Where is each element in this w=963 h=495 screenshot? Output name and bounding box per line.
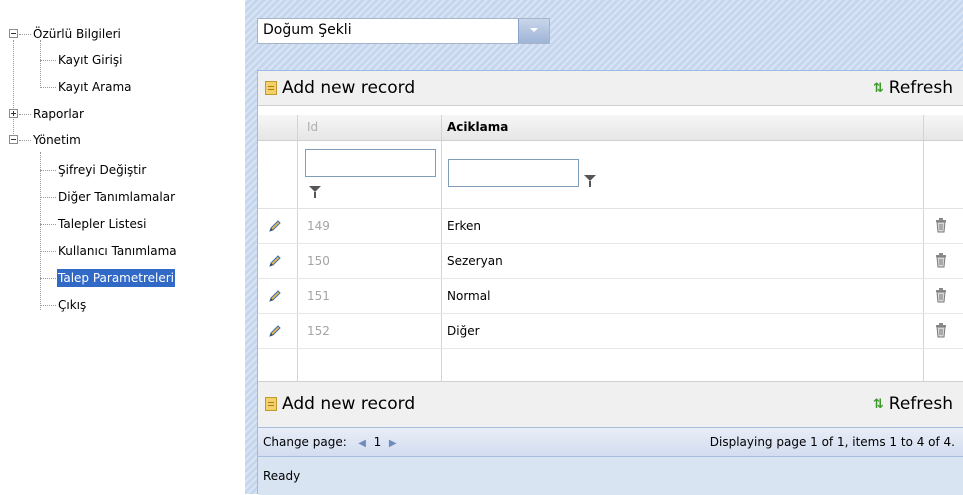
- parameter-select[interactable]: Doğum Şekli: [257, 18, 550, 44]
- column-header-aciklama[interactable]: Aciklama: [447, 115, 508, 140]
- pencil-icon[interactable]: [268, 219, 282, 233]
- refresh-button[interactable]: ⇅ Refresh: [873, 392, 953, 416]
- tree-label: Şifreyi Değiştir: [58, 163, 147, 177]
- collapse-icon[interactable]: [9, 29, 18, 38]
- tree-node-talep-parametreleri[interactable]: Talep Parametreleri: [0, 269, 238, 287]
- tree-node-cikis[interactable]: Çıkış: [0, 296, 238, 314]
- note-icon: [265, 81, 277, 95]
- tree-node-sifreyi-degistir[interactable]: Şifreyi Değiştir: [0, 161, 238, 179]
- grid-header: Id Aciklama: [258, 115, 963, 141]
- table-row: 150 Sezeryan: [258, 244, 963, 279]
- add-record-button[interactable]: Add new record: [265, 392, 415, 416]
- tree-label: Çıkış: [58, 298, 87, 312]
- chevron-down-icon: [530, 28, 538, 32]
- empty-row: [258, 349, 963, 385]
- collapse-icon[interactable]: [9, 135, 18, 144]
- cell-aciklama: Normal: [447, 289, 491, 303]
- dropdown-button[interactable]: [518, 19, 549, 43]
- table-row: 151 Normal: [258, 279, 963, 314]
- cell-aciklama: Diğer: [447, 324, 480, 338]
- records-grid: Add new record ⇅ Refresh Id Aciklama 149…: [257, 70, 963, 495]
- current-page[interactable]: 1: [374, 435, 382, 449]
- tree-label-selected: Talep Parametreleri: [57, 269, 175, 287]
- change-page-label: Change page:: [263, 435, 347, 449]
- tree-label: Talepler Listesi: [58, 217, 147, 231]
- cell-id: 152: [307, 324, 330, 338]
- trash-icon[interactable]: [935, 288, 947, 303]
- previous-page-icon[interactable]: ◀: [358, 438, 366, 449]
- cell-id: 150: [307, 254, 330, 268]
- grid-toolbar-bottom: Add new record ⇅ Refresh: [258, 381, 963, 427]
- refresh-label: Refresh: [888, 394, 953, 414]
- column-header-id[interactable]: Id: [307, 115, 318, 140]
- add-record-label: Add new record: [282, 78, 416, 98]
- tree-node-talepler-listesi[interactable]: Talepler Listesi: [0, 215, 238, 233]
- tree-label: Kayıt Arama: [58, 80, 132, 94]
- grid-toolbar-top: Add new record ⇅ Refresh: [258, 71, 963, 106]
- tree-node-raporlar[interactable]: Raporlar: [0, 105, 238, 123]
- pencil-icon[interactable]: [268, 324, 282, 338]
- expand-icon[interactable]: [9, 109, 18, 118]
- refresh-label: Refresh: [888, 78, 953, 98]
- filter-icon[interactable]: [309, 186, 321, 198]
- tree-label: Yönetim: [33, 133, 81, 147]
- table-row: 149 Erken: [258, 209, 963, 244]
- navigation-tree: Özürlü Bilgileri Kayıt Girişi Kayıt Aram…: [0, 0, 238, 494]
- pencil-icon[interactable]: [268, 254, 282, 268]
- tree-node-diger-tanimlamalar[interactable]: Diğer Tanımlamalar: [0, 188, 238, 206]
- next-page-icon[interactable]: ▶: [389, 438, 397, 449]
- tree-label: Raporlar: [33, 107, 84, 121]
- content-panel: Doğum Şekli Add new record ⇅ Refresh Id …: [245, 0, 963, 495]
- tree-node-yonetim[interactable]: Yönetim: [0, 131, 238, 149]
- tree-label: Özürlü Bilgileri: [33, 27, 121, 41]
- status-text: Ready: [263, 469, 301, 483]
- tree-node-ozurlu-bilgileri[interactable]: Özürlü Bilgileri: [0, 25, 238, 43]
- filter-icon[interactable]: [584, 175, 596, 187]
- tree-label: Diğer Tanımlamalar: [58, 190, 175, 204]
- trash-icon[interactable]: [935, 253, 947, 268]
- pager: Change page: ◀ 1 ▶ Displaying page 1 of …: [258, 427, 963, 456]
- pager-controls: Change page: ◀ 1 ▶: [263, 428, 397, 458]
- filter-row: [258, 141, 963, 209]
- select-value: Doğum Şekli: [263, 22, 352, 38]
- pager-summary: Displaying page 1 of 1, items 1 to 4 of …: [709, 435, 955, 449]
- cell-id: 149: [307, 219, 330, 233]
- note-icon: [265, 397, 277, 411]
- aciklama-filter-input[interactable]: [448, 159, 579, 187]
- cell-aciklama: Sezeryan: [447, 254, 503, 268]
- tree-label: Kullanıcı Tanımlama: [58, 244, 177, 258]
- id-filter-input[interactable]: [305, 149, 436, 177]
- tree-node-kayit-girisi[interactable]: Kayıt Girişi: [0, 51, 238, 69]
- table-row: 152 Diğer: [258, 314, 963, 349]
- pencil-icon[interactable]: [268, 289, 282, 303]
- trash-icon[interactable]: [935, 218, 947, 233]
- add-record-button[interactable]: Add new record: [265, 76, 415, 100]
- cell-id: 151: [307, 289, 330, 303]
- trash-icon[interactable]: [935, 323, 947, 338]
- tree-node-kullanici-tanimlama[interactable]: Kullanıcı Tanımlama: [0, 242, 238, 260]
- status-bar: Ready: [258, 456, 963, 495]
- refresh-button[interactable]: ⇅ Refresh: [873, 76, 953, 100]
- tree-node-kayit-arama[interactable]: Kayıt Arama: [0, 78, 238, 96]
- cell-aciklama: Erken: [447, 219, 482, 233]
- refresh-icon: ⇅: [872, 396, 884, 412]
- refresh-icon: ⇅: [872, 80, 884, 96]
- add-record-label: Add new record: [282, 394, 416, 414]
- tree-label: Kayıt Girişi: [58, 53, 123, 67]
